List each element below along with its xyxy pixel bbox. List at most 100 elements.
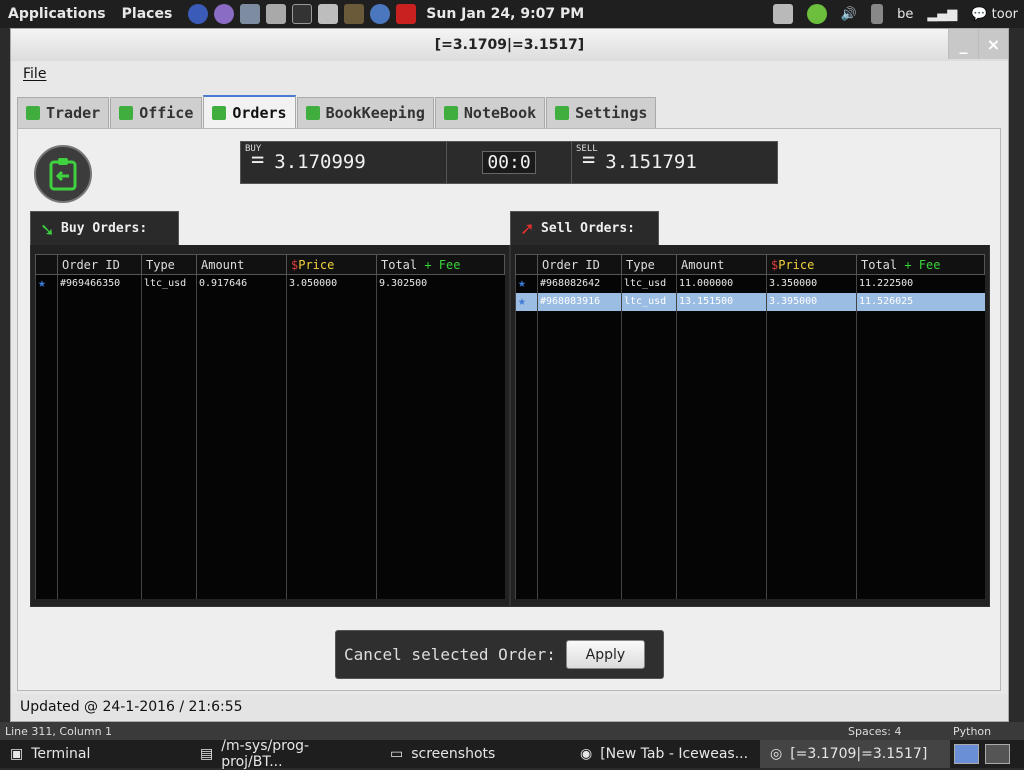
price-cell [766,544,857,563]
sell-orders-title: Sell Orders: [541,221,635,236]
pidgin-icon[interactable] [214,4,235,24]
screenshot-icon[interactable] [318,4,339,24]
task-screenshots[interactable]: ▭ screenshots [380,740,570,768]
table-row[interactable] [35,382,505,401]
col-order-id[interactable]: Order ID [57,254,142,275]
keyboard-layout[interactable]: be [897,7,913,22]
clock[interactable]: Sun Jan 24, 9:07 PM [426,6,584,22]
tab-office[interactable]: Office [110,97,203,128]
total-cell [856,328,985,347]
total-cell [856,472,985,491]
table-row[interactable] [515,400,985,419]
table-row[interactable] [515,418,985,437]
order-star-icon: ★ [518,276,526,292]
table-row[interactable] [35,508,505,527]
col-amount[interactable]: Amount [676,254,767,275]
table-row[interactable] [35,292,505,311]
battery-icon[interactable] [871,4,884,24]
table-row[interactable] [35,346,505,365]
table-row[interactable] [35,364,505,383]
workspace-switcher[interactable] [950,740,1014,768]
table-row[interactable] [515,490,985,509]
thunderbird-icon[interactable] [370,4,391,24]
col-type[interactable]: Type [141,254,197,275]
close-button[interactable]: × [978,29,1008,59]
col-total[interactable]: Total + Fee [376,254,505,275]
table-row[interactable]: ★ #968083916 ltc_usd 13.151500 3.395000 11.52… [515,292,985,311]
table-row[interactable] [515,508,985,527]
tab-trader[interactable]: Trader [17,97,110,128]
tab-notebook[interactable]: NoteBook [434,97,546,128]
table-row[interactable] [35,400,505,419]
col-icon [515,254,538,275]
table-row[interactable] [35,544,505,563]
table-row[interactable] [35,562,505,581]
table-row[interactable]: ★ #969466350 ltc_usd 0.917646 3.050000 9.3025… [35,274,505,293]
minimize-button[interactable]: _ [948,29,978,59]
task-trader[interactable]: ◎ [=3.1709|=3.1517] [760,740,950,768]
order-star-icon: ★ [38,276,46,292]
camera-icon[interactable] [772,4,793,24]
table-row[interactable] [35,328,505,347]
task-terminal[interactable]: ▣ Terminal [0,740,190,768]
table-row[interactable] [515,382,985,401]
tab-orders[interactable]: Orders [203,95,296,128]
table-row[interactable] [515,364,985,383]
order-id-cell [537,418,622,437]
volume-icon[interactable]: 🔊 [841,7,857,22]
price-cell [766,418,857,437]
table-row[interactable] [35,454,505,473]
table-row[interactable] [515,526,985,545]
table-row[interactable] [515,580,985,599]
indent-setting[interactable]: Spaces: 4 [848,722,901,740]
buy-orders-table[interactable]: Order ID Type Amount $Price Total + Fee … [35,254,505,599]
chat-status-icon[interactable] [806,4,827,24]
table-row[interactable] [515,562,985,581]
sublime-icon[interactable] [344,4,365,24]
applications-menu[interactable]: Applications [0,6,114,22]
order-id-cell [57,364,142,383]
table-row[interactable] [515,346,985,365]
table-row[interactable] [35,436,505,455]
task-editor[interactable]: ▤ /m-sys/prog-proj/BT... [190,738,380,770]
clipboard-action-icon[interactable] [34,145,92,203]
tab-settings[interactable]: Settings [546,97,657,128]
user-menu[interactable]: 💬 toor [971,7,1018,22]
apply-button[interactable]: Apply [565,640,645,669]
sell-orders-table[interactable]: Order ID Type Amount $Price Total + Fee … [515,254,985,599]
table-row[interactable] [35,310,505,329]
table-row[interactable] [35,418,505,437]
table-row[interactable] [35,580,505,599]
col-order-id[interactable]: Order ID [537,254,622,275]
filezilla-icon[interactable] [396,4,417,24]
signal-icon[interactable]: ▂▄▆ [927,7,957,22]
menu-file[interactable]: File [23,66,46,82]
total-cell [376,400,505,419]
window-titlebar[interactable]: [=3.1709|=3.1517] _ × [11,29,1008,61]
browser-icon[interactable] [188,4,209,24]
workspace-1-icon[interactable] [954,744,979,764]
workspace-2-icon[interactable] [985,744,1010,764]
table-row[interactable] [515,454,985,473]
syntax-language[interactable]: Python [953,722,991,740]
table-row[interactable] [515,310,985,329]
table-row[interactable] [35,526,505,545]
table-row[interactable] [35,472,505,491]
col-type[interactable]: Type [621,254,677,275]
table-row[interactable] [515,328,985,347]
table-row[interactable] [515,544,985,563]
terminal-icon[interactable] [292,4,313,24]
task-browser[interactable]: ◉ [New Tab - Iceweas... [570,740,760,768]
col-price[interactable]: $Price [286,254,377,275]
table-row[interactable] [515,436,985,455]
col-amount[interactable]: Amount [196,254,287,275]
table-row[interactable] [35,490,505,509]
network-monitor-icon[interactable] [240,4,261,24]
col-price[interactable]: $Price [766,254,857,275]
table-row[interactable] [515,472,985,491]
places-menu[interactable]: Places [114,6,181,22]
col-total[interactable]: Total + Fee [856,254,985,275]
table-row[interactable]: ★ #968082642 ltc_usd 11.000000 3.350000 11.22… [515,274,985,293]
tab-bookkeeping[interactable]: BookKeeping [296,97,434,128]
calculator-icon[interactable] [266,4,287,24]
